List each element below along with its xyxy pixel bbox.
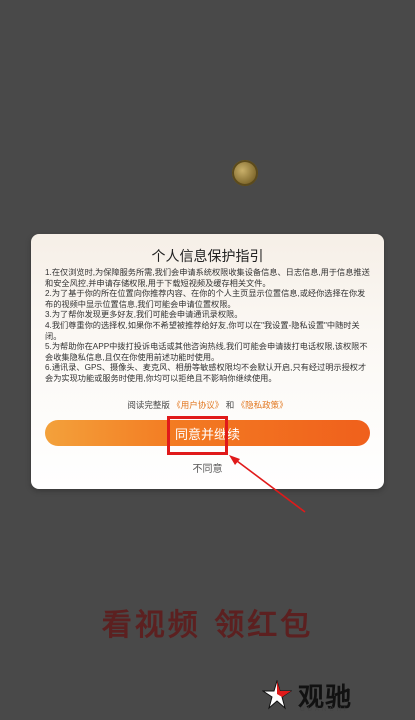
logo-subtext: GUANCHI [300, 707, 349, 713]
star-logo-icon [262, 680, 292, 710]
watermark-logo: 观驰 GUANCHI [262, 676, 377, 714]
pointer-arrow-icon [229, 455, 306, 513]
